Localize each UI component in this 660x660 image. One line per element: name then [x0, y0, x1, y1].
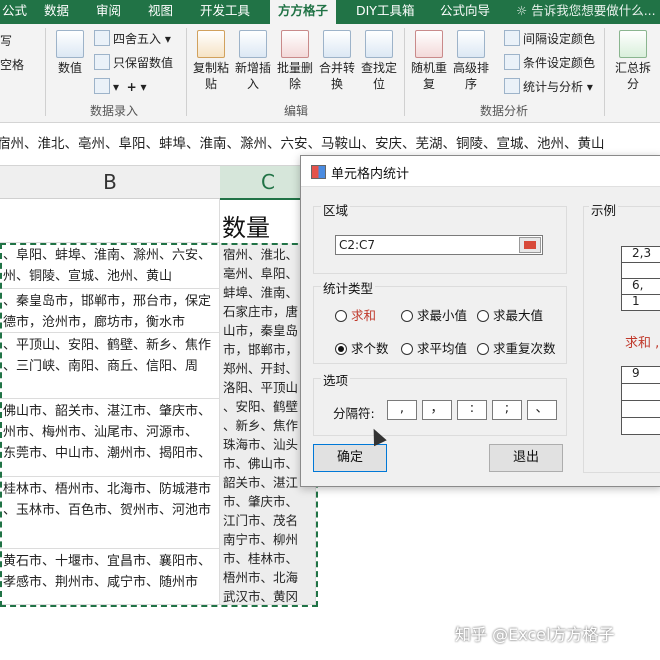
advanced-sort-button[interactable]: 高级排 序 [450, 30, 492, 92]
space-button-partial[interactable]: 空格 [0, 56, 24, 73]
merge-convert-button[interactable]: 合并转 换 [316, 30, 358, 92]
cell-b1[interactable] [0, 199, 220, 243]
range-input[interactable]: C2:C7 [335, 235, 543, 255]
watermark: 知乎 @Excel方方格子 [455, 625, 615, 644]
numeric-icon [56, 30, 84, 58]
batch-delete-icon [281, 30, 309, 58]
radio-dot [401, 310, 413, 322]
options-label: 选项 [321, 370, 351, 389]
cell-c1-header[interactable]: 数量 [222, 208, 270, 243]
group-data-entry: 数据录入 [90, 104, 139, 118]
radio-dot [335, 310, 347, 322]
separator-input-3[interactable]: : [457, 400, 487, 420]
sort-icon [457, 30, 485, 58]
stat-icon [504, 78, 520, 94]
ribbon-tabs: 公式 数据 审阅 视图 开发工具 方方格子 DIY工具箱 公式向导 ☼ 告诉我您… [0, 0, 660, 24]
write-button-partial[interactable]: 写 [0, 32, 12, 49]
separator-input-5[interactable]: 、 [527, 400, 557, 420]
example-sum-label: 求和 , [625, 336, 660, 351]
abc-icon [94, 78, 110, 94]
radio-dot [477, 343, 489, 355]
radio-average[interactable]: 求平均值 [401, 338, 467, 357]
paste-button[interactable]: 复制粘 贴 [190, 30, 232, 92]
dialog-app-icon [311, 165, 326, 179]
radio-count[interactable]: 求个数 [335, 338, 389, 357]
separator-input-1[interactable]: , [387, 400, 417, 420]
group-separator [604, 28, 605, 116]
paste-icon [197, 30, 225, 58]
tab-review[interactable]: 审阅 [88, 0, 129, 24]
keep-value-button[interactable]: 只保留数值 [94, 54, 173, 71]
group-separator [186, 28, 187, 116]
example-cell: 1 [621, 294, 660, 311]
cell-b4[interactable]: 、平顶山、安阳、鹤壁、新乡、焦作 、三门峡、南阳、商丘、信阳、周 [0, 333, 220, 399]
cell-b6[interactable]: 桂林市、梧州市、北海市、防城港市 、玉林市、百色市、贺州市、河池市 [0, 477, 220, 549]
cell-b2[interactable]: 、阜阳、蚌埠、淮南、滁州、六安、 州、铜陵、宣城、池州、黄山 [0, 243, 220, 289]
separator-input-4[interactable]: ; [492, 400, 522, 420]
range-label: 区域 [321, 200, 351, 219]
ok-button[interactable]: 确定 [313, 444, 387, 472]
group-edit: 编辑 [284, 104, 309, 118]
separator-input-2[interactable]: ， [422, 400, 452, 420]
example-cell [621, 417, 660, 435]
radio-dot-selected [335, 343, 347, 355]
separator-label: 分隔符: [333, 406, 375, 421]
dialog-titlebar[interactable]: 单元格内统计 [301, 156, 660, 187]
round-icon [94, 30, 110, 46]
find-locate-button[interactable]: 查找定 位 [358, 30, 400, 92]
radio-dot [477, 310, 489, 322]
stat-analysis-button[interactable]: 统计与分析 ▾ [504, 78, 593, 95]
radio-min[interactable]: 求最小值 [401, 305, 467, 324]
ribbon-body: 写 空格 数值 四舍五入 ▾ 只保留数值 ▾ + ▾ 数据录入 复制粘 贴 新增… [0, 24, 660, 123]
example-label: 示例 [589, 200, 619, 219]
condition-color-button[interactable]: 条件设定颜色 [504, 54, 595, 71]
example-cell [621, 400, 660, 418]
radio-dot [401, 343, 413, 355]
cell-b7[interactable]: 黄石市、十堰市、宜昌市、襄阳市、 孝感市、荆州市、咸宁市、随州市 [0, 549, 220, 605]
merge-icon [323, 30, 351, 58]
insert-icon [239, 30, 267, 58]
example-cell: 2,3 [621, 246, 660, 263]
example-cell: 6, [621, 278, 660, 295]
column-header-b[interactable]: B [0, 166, 221, 199]
random-repeat-button[interactable]: 随机重 复 [408, 30, 450, 92]
interval-color-button[interactable]: 间隔设定颜色 [504, 30, 595, 47]
radio-max[interactable]: 求最大值 [477, 305, 543, 324]
abc-button[interactable]: ▾ + ▾ [94, 78, 147, 94]
group-data-analysis: 数据分析 [480, 104, 529, 118]
summary-split-button[interactable]: 汇总拆 分 [610, 30, 656, 92]
cell-b3[interactable]: 、秦皇岛市，邯郸市，邢台市，保定 德市，沧州市，廊坊市，衡水市 [0, 289, 220, 333]
find-icon [365, 30, 393, 58]
tab-formulas[interactable]: 公式 [0, 0, 35, 24]
stat-type-label: 统计类型 [321, 278, 376, 297]
radio-sum[interactable]: 求和 [335, 305, 376, 324]
example-cell [621, 383, 660, 401]
batch-delete-button[interactable]: 批量删 除 [274, 30, 316, 92]
group-separator [404, 28, 405, 116]
range-picker-icon[interactable] [519, 237, 541, 253]
condition-color-icon [504, 54, 520, 70]
insert-button[interactable]: 新增插 入 [232, 30, 274, 92]
group-separator [45, 28, 46, 116]
cell-stats-dialog: 单元格内统计 区域 C2:C7 统计类型 求和 求最小值 求最大值 求个数 求平… [300, 155, 660, 487]
keep-value-icon [94, 54, 110, 70]
summary-split-icon [619, 30, 647, 58]
exit-button[interactable]: 退出 [489, 444, 563, 472]
tab-developer[interactable]: 开发工具 [192, 0, 258, 24]
tab-diy-toolbox[interactable]: DIY工具箱 [348, 0, 422, 24]
cell-b5[interactable]: 佛山市、韶关市、湛江市、肇庆市、 州市、梅州市、汕尾市、河源市、 东莞市、中山市… [0, 399, 220, 477]
random-icon [415, 30, 443, 58]
round-button[interactable]: 四舍五入 ▾ [94, 30, 171, 47]
interval-color-icon [504, 30, 520, 46]
lightbulb-icon: ☼ [516, 3, 532, 18]
tell-me-search[interactable]: ☼ 告诉我您想要做什么... [508, 0, 660, 24]
example-cell: 9 [621, 366, 660, 384]
tab-view[interactable]: 视图 [140, 0, 181, 24]
tab-fangfang[interactable]: 方方格子 [270, 0, 337, 24]
tab-data[interactable]: 数据 [36, 0, 77, 24]
radio-duplicates[interactable]: 求重复次数 [477, 338, 556, 357]
numeric-button[interactable]: 数值 [52, 30, 88, 76]
example-cell [621, 262, 660, 279]
tab-formula-wizard[interactable]: 公式向导 [432, 0, 498, 24]
